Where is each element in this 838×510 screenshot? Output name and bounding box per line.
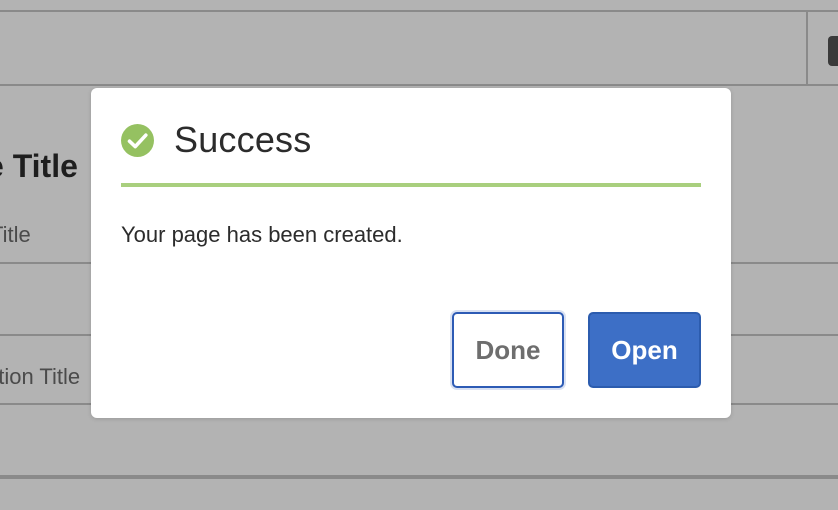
dialog-title: Success bbox=[174, 119, 312, 160]
toolbar-divider bbox=[806, 12, 808, 84]
dialog-message: Your page has been created. bbox=[121, 222, 403, 247]
page: e Title Title ation Title Success Your p… bbox=[0, 0, 838, 510]
background-divider bbox=[0, 477, 838, 479]
dialog-header: Success bbox=[121, 119, 312, 160]
dialog-header-rule bbox=[121, 183, 701, 187]
toolbar-action-icon bbox=[828, 36, 838, 66]
success-dialog: Success Your page has been created. Done… bbox=[91, 88, 731, 418]
open-button[interactable]: Open bbox=[588, 312, 701, 388]
background-toolbar bbox=[0, 10, 838, 86]
background-heading: e Title bbox=[0, 148, 78, 184]
background-field-label-navigation-title: ation Title bbox=[0, 364, 81, 389]
done-button[interactable]: Done bbox=[452, 312, 564, 388]
check-circle-icon bbox=[121, 123, 154, 157]
background-field-label-title: Title bbox=[0, 222, 31, 247]
